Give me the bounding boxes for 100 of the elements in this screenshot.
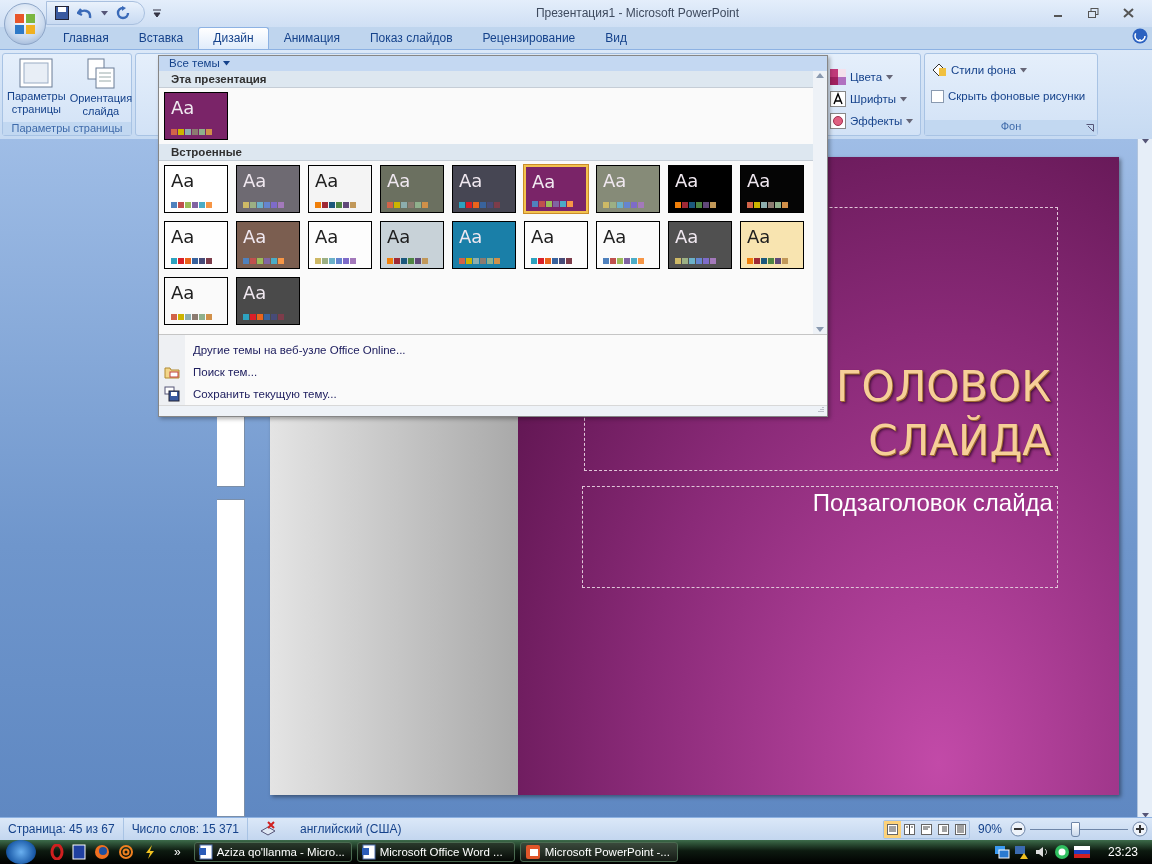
clock[interactable]: 23:23 — [1107, 845, 1138, 859]
ribbon-button[interactable]: Параметры страницы — [7, 58, 66, 119]
theme-thumbnail[interactable]: Aa — [380, 164, 444, 213]
taskbar-button[interactable]: Aziza qo'llanma - Micro... — [193, 842, 352, 862]
customize-menu-icon[interactable] — [153, 9, 161, 18]
button-label: Цвета — [850, 71, 883, 84]
taskbar-button[interactable]: Microsoft PowerPoint -... — [519, 842, 678, 862]
redo-icon[interactable] — [116, 6, 130, 21]
button-label: Эффекты — [850, 115, 903, 128]
theme-thumbnail[interactable]: Aa — [236, 276, 300, 325]
slide-subtitle: Подзаголовок слайда — [812, 489, 1053, 519]
view-icon — [886, 823, 898, 835]
theme-thumbnail[interactable]: Aa — [236, 220, 300, 269]
effects-circle-icon — [830, 113, 846, 130]
button-label: Ориентация слайда — [69, 92, 133, 119]
theme-sample-text: Aa — [387, 171, 412, 190]
vertical-scrollbar[interactable] — [1137, 139, 1152, 818]
ribbon-tab[interactable]: Рецензирование — [467, 27, 591, 50]
ribbon-tab[interactable]: Дизайн — [198, 27, 269, 50]
theme-thumbnail[interactable]: Aa — [596, 220, 660, 269]
theme-sample-text: Aa — [171, 98, 196, 117]
theme-thumbnail[interactable]: Aa — [668, 164, 732, 213]
theme-sample-text: Aa — [675, 227, 700, 246]
network-warning-icon[interactable] — [1013, 844, 1030, 860]
ribbon-tab[interactable]: Анимация — [268, 27, 355, 50]
theme-thumbnail[interactable]: Aa — [740, 220, 804, 269]
theme-thumbnail[interactable]: Aa — [164, 220, 228, 269]
start-button[interactable] — [6, 840, 36, 864]
ribbon-tab[interactable]: Вставка — [123, 27, 199, 50]
proofing-book-icon[interactable] — [260, 821, 277, 838]
theme-sample-text: Aa — [603, 227, 628, 246]
gallery-scrollbar[interactable] — [813, 70, 827, 335]
folder-icon — [164, 365, 180, 380]
globe-icon[interactable] — [94, 844, 110, 860]
theme-thumbnail[interactable]: Aa — [524, 220, 588, 269]
zoom-out-icon[interactable] — [1010, 821, 1026, 838]
save-icon — [164, 386, 180, 403]
hide-background-checkbox[interactable]: Скрыть фоновые рисунки — [931, 86, 1091, 107]
ribbon-button[interactable]: Шрифты — [830, 89, 916, 110]
theme-thumbnail[interactable]: Aa — [164, 164, 228, 213]
theme-thumbnail[interactable]: Aa — [524, 164, 588, 213]
taskbar-button[interactable]: Microsoft Office Word ... — [356, 842, 515, 862]
restore-icon[interactable] — [1088, 8, 1099, 19]
theme-thumbnail[interactable]: Aa — [308, 164, 372, 213]
zoom-level[interactable]: 90% — [977, 822, 1002, 837]
zoom-in-icon[interactable] — [1132, 821, 1148, 838]
theme-thumbnail[interactable]: Aa — [452, 164, 516, 213]
ribbon-button[interactable]: Цвета — [830, 67, 916, 88]
ring-icon[interactable] — [1053, 844, 1070, 860]
subtitle-placeholder[interactable]: Подзаголовок слайда — [581, 486, 1058, 589]
slider-thumb[interactable] — [1071, 821, 1081, 837]
undo-icon[interactable] — [77, 6, 93, 21]
theme-sample-text: Aa — [459, 227, 484, 246]
theme-sample-text: Aa — [171, 283, 196, 302]
overflow-chevron[interactable]: » — [174, 845, 181, 859]
theme-sample-text: Aa — [315, 171, 340, 190]
theme-thumbnail[interactable]: Aa — [740, 164, 804, 213]
theme-thumbnail[interactable]: Aa — [308, 220, 372, 269]
view-button[interactable] — [883, 820, 901, 838]
window-title: Презентация1 - Microsoft PowerPoint — [534, 6, 741, 21]
theme-thumbnail[interactable]: Aa — [164, 276, 228, 325]
theme-thumbnail[interactable]: Aa — [380, 220, 444, 269]
theme-thumbnail[interactable]: Aa — [236, 164, 300, 213]
theme-sample-text: Aa — [243, 283, 268, 302]
ribbon-tab[interactable]: Главная — [48, 27, 124, 50]
theme-thumbnail[interactable]: Aa — [668, 220, 732, 269]
ribbon-tab[interactable]: Вид — [590, 27, 642, 50]
close-icon[interactable] — [1123, 8, 1134, 19]
presentation-icon — [524, 844, 541, 860]
theme-sample-text: Aa — [243, 171, 268, 190]
theme-sample-text: Aa — [532, 172, 557, 191]
help-icon[interactable] — [1132, 28, 1148, 45]
ribbon-button[interactable]: Ориентация слайда — [69, 58, 133, 119]
background-styles-button[interactable]: Стили фона — [931, 60, 1091, 81]
group-label: Параметры страницы — [3, 122, 131, 136]
theme-thumbnail[interactable]: Aa — [164, 91, 228, 140]
theme-sample-text: Aa — [747, 171, 772, 190]
dialog-launcher-icon[interactable] — [1086, 124, 1094, 133]
theme-sample-text: Aa — [459, 171, 484, 190]
paint-bucket-icon — [931, 62, 947, 79]
flag-icon[interactable] — [1073, 846, 1090, 858]
group-label: Фон — [925, 120, 1097, 136]
menu-item[interactable]: Другие темы на веб-узле Office Online... — [193, 344, 406, 357]
speaker-icon[interactable] — [1033, 844, 1050, 860]
caret-icon — [906, 119, 914, 124]
save-icon[interactable] — [55, 6, 69, 21]
office-button[interactable] — [4, 3, 46, 45]
menu-item[interactable]: Поиск тем... — [193, 366, 258, 379]
slide-thumbnail[interactable] — [217, 499, 245, 818]
theme-filter-button[interactable]: Все темы — [169, 57, 230, 70]
caret-icon — [900, 97, 908, 102]
button-label: Шрифты — [850, 93, 897, 106]
resize-grip-icon[interactable] — [818, 406, 824, 413]
ribbon-button[interactable]: Эффекты — [830, 111, 916, 132]
theme-sample-text: Aa — [675, 171, 700, 190]
ribbon-tab[interactable]: Показ слайдов — [355, 27, 468, 50]
theme-sample-text: Aa — [171, 227, 196, 246]
menu-item[interactable]: Сохранить текущую тему... — [193, 388, 337, 401]
network-icon[interactable] — [993, 844, 1010, 860]
theme-thumbnail[interactable]: Aa — [452, 220, 516, 269]
